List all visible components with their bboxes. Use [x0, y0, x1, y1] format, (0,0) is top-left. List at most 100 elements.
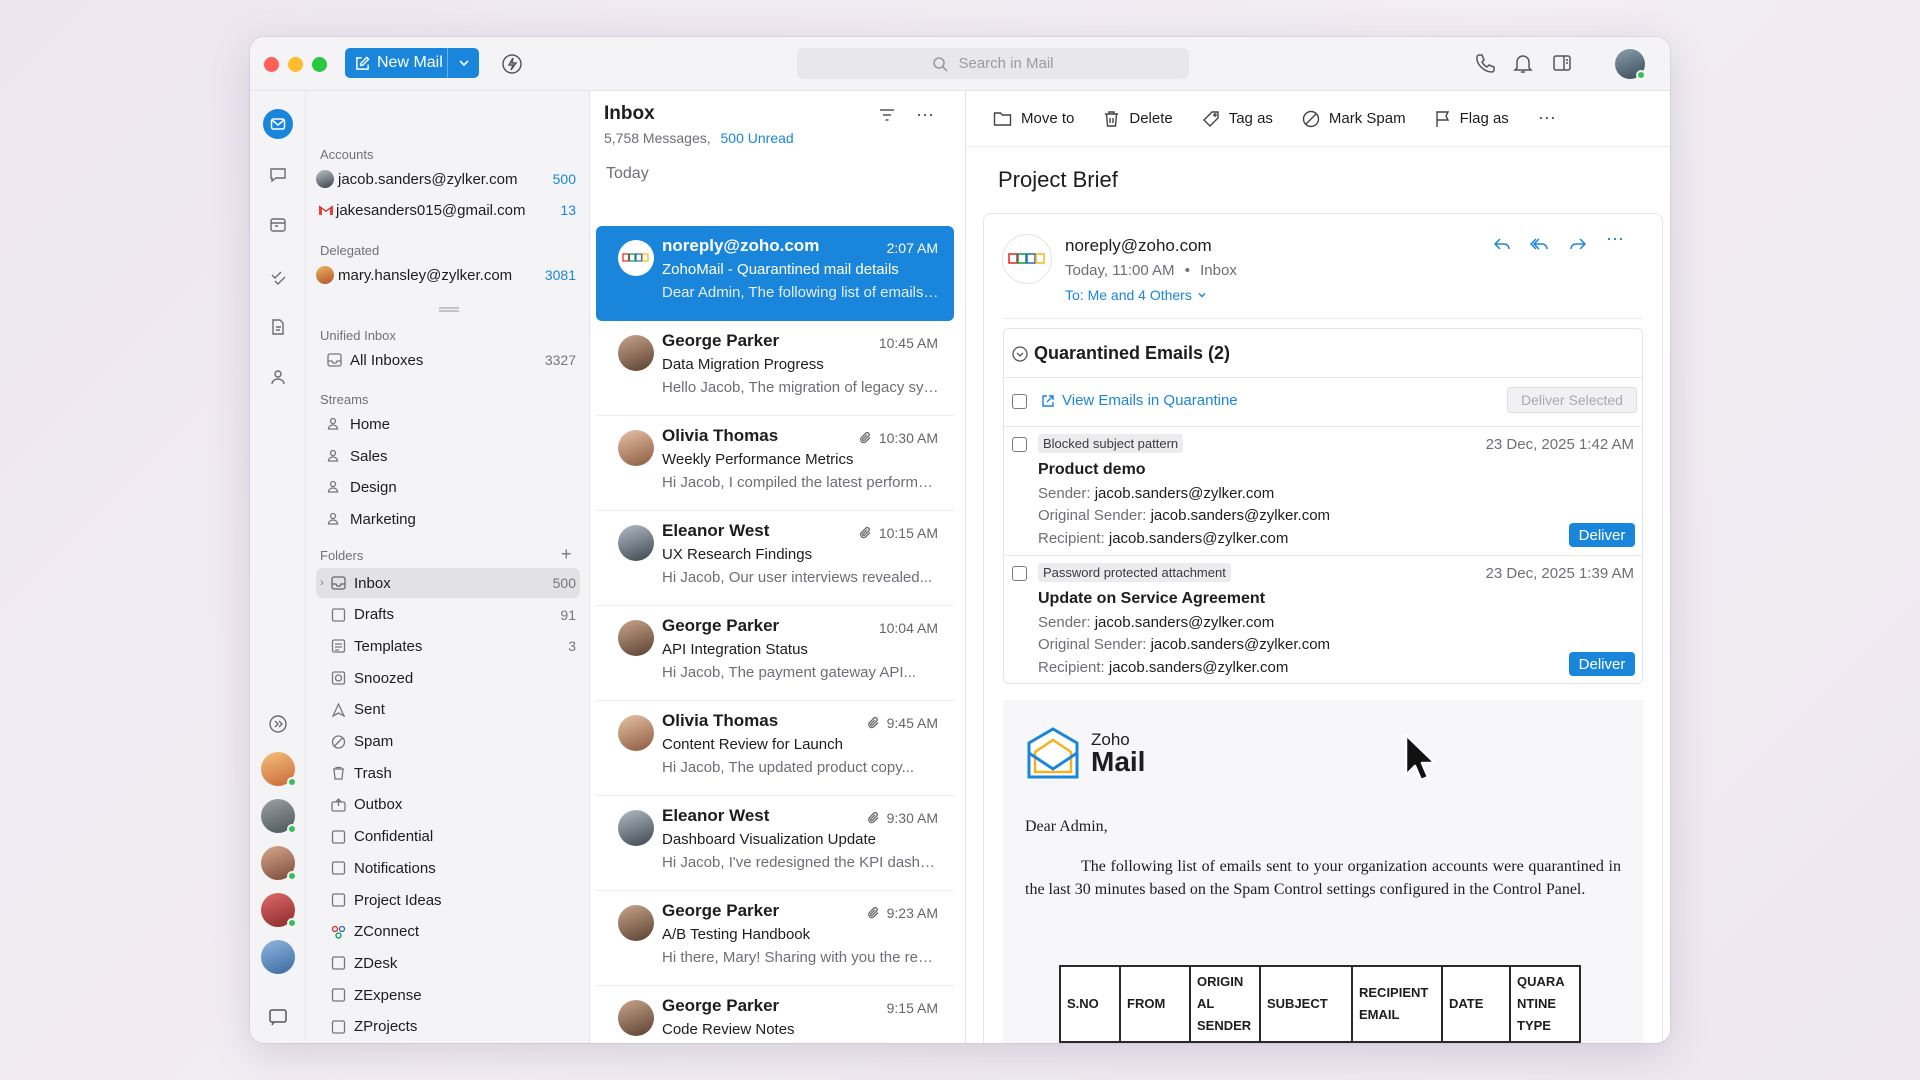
account-gmail[interactable]: jakesanders015@gmail.com 13	[316, 195, 580, 225]
sidebar-item-marketing[interactable]: Marketing	[316, 504, 580, 534]
mail-list-item[interactable]: Olivia Thomas 9:45 AM Content Review for L…	[596, 701, 954, 796]
sidebar-item-templates[interactable]: Templates 3	[316, 631, 580, 661]
view-quarantine-link[interactable]: View Emails in Quarantine	[1041, 392, 1238, 409]
calendar-app-icon[interactable]	[263, 210, 293, 240]
table-header-cell: ORIGIN AL SENDER	[1189, 965, 1261, 1043]
quarantine-header[interactable]: Quarantined Emails (2)	[1012, 343, 1230, 364]
mail-list-item[interactable]: George Parker 10:45 AM Data Migration Prog…	[596, 321, 954, 416]
filter-icon[interactable]	[878, 107, 896, 128]
mail-list-item[interactable]: George Parker 9:23 AM A/B Testing Handbook…	[596, 891, 954, 986]
more-actions-icon[interactable]: ⋯	[1538, 108, 1556, 129]
more-icon[interactable]: ⋯	[1606, 229, 1624, 250]
sidebar-item-snoozed[interactable]: Snoozed	[316, 663, 580, 693]
expand-rail-icon[interactable]	[263, 709, 293, 739]
contact-avatar[interactable]	[261, 846, 297, 881]
table-header-row: S.NO FROM ORIGIN AL SENDER SUBJECT RECIPIENT…	[1059, 965, 1581, 1043]
forward-icon[interactable]	[1568, 234, 1588, 259]
item-checkbox[interactable]	[1012, 566, 1027, 581]
mail-preview: Dear Admin, The following list of emails…	[662, 284, 940, 301]
sidebar-item-label: Templates	[354, 637, 423, 655]
sidebar-item-zexpense[interactable]: ZExpense	[316, 980, 580, 1010]
folder-sidebar: Accounts jacob.sanders@zylker.com 500 ja…	[306, 91, 590, 1043]
delete-button[interactable]: Delete	[1103, 110, 1173, 128]
search-input[interactable]: Search in Mail	[797, 48, 1189, 79]
sidebar-item-sales[interactable]: Sales	[316, 441, 580, 471]
sidebar-item-all-inboxes[interactable]: All Inboxes 3327	[316, 345, 580, 375]
sidebar-item-drafts[interactable]: Drafts 91	[316, 600, 580, 630]
contact-avatar[interactable]	[261, 799, 297, 834]
recipient-label: Recipient:	[1038, 659, 1105, 676]
reply-all-icon[interactable]	[1529, 234, 1550, 259]
quick-actions-icon[interactable]	[501, 53, 523, 80]
item-checkbox[interactable]	[1012, 437, 1027, 452]
sidebar-item-notifications[interactable]: Notifications	[316, 853, 580, 883]
bell-icon[interactable]	[1512, 52, 1534, 79]
sidebar-item-design[interactable]: Design	[316, 472, 580, 502]
contact-avatar[interactable]	[261, 893, 297, 928]
zoom-window-button[interactable]	[312, 57, 327, 72]
deliver-button[interactable]: Deliver	[1569, 523, 1635, 547]
mail-body: Zoho Mail Dear Admin, The following list…	[1003, 700, 1643, 1043]
mail-list-item[interactable]: Eleanor West 9:30 AM Dashboard Visualizati…	[596, 796, 954, 891]
user-avatar[interactable]	[1615, 49, 1646, 80]
contact-avatar[interactable]	[261, 940, 295, 974]
chevron-right-icon[interactable]: ›	[316, 577, 328, 589]
phone-icon[interactable]	[1474, 52, 1496, 79]
minimize-window-button[interactable]	[288, 57, 303, 72]
new-mail-dropdown-button[interactable]	[448, 57, 479, 69]
sidebar-item-label: Project Ideas	[354, 891, 442, 909]
close-window-button[interactable]	[264, 57, 279, 72]
body-paragraph: The following list of emails sent to you…	[1025, 858, 1621, 898]
select-all-checkbox[interactable]	[1012, 394, 1027, 409]
tasks-app-icon[interactable]	[263, 261, 293, 291]
folder-icon	[993, 112, 1012, 126]
mark-spam-button[interactable]: Mark Spam	[1302, 110, 1406, 128]
sidebar-item-project-ideas[interactable]: Project Ideas	[316, 885, 580, 915]
account-jacob[interactable]: jacob.sanders@zylker.com 500	[316, 164, 580, 194]
mail-list-item[interactable]: George Parker9:15 AMCode Review NotesHel…	[596, 986, 954, 1043]
sidebar-item-zprojects[interactable]: ZProjects	[316, 1012, 580, 1042]
chat-app-icon[interactable]	[263, 160, 293, 190]
sidebar-item-label: Sent	[354, 701, 385, 719]
contact-avatar[interactable]	[261, 752, 297, 787]
mail-list-item[interactable]: Olivia Thomas 10:30 AM Weekly Performance …	[596, 416, 954, 511]
deliver-button[interactable]: Deliver	[1569, 652, 1635, 676]
unread-filter-link[interactable]: 500 Unread	[721, 130, 794, 146]
account-email: jakesanders015@gmail.com	[336, 201, 526, 219]
mouse-cursor	[1403, 733, 1437, 790]
new-mail-button[interactable]: New Mail	[345, 48, 479, 78]
sidebar-item-sent[interactable]: Sent	[316, 695, 580, 725]
sidebar-item-home[interactable]: Home	[316, 409, 580, 439]
more-options-icon[interactable]: ⋯	[916, 105, 935, 126]
sidebar-item-trash[interactable]: Trash	[316, 758, 580, 788]
move-to-button[interactable]: Move to	[993, 110, 1074, 127]
sidebar-item-outbox[interactable]: Outbox	[316, 790, 580, 820]
reply-icon[interactable]	[1492, 234, 1512, 259]
add-folder-icon[interactable]: +	[561, 545, 572, 563]
notes-app-icon[interactable]	[263, 312, 293, 342]
resize-handle[interactable]	[439, 307, 459, 312]
deliver-selected-button[interactable]: Deliver Selected	[1507, 387, 1637, 413]
tag-as-button[interactable]: Tag as	[1202, 110, 1273, 128]
mail-list-item[interactable]: George Parker 10:04 AM API Integration Sta…	[596, 606, 954, 701]
accounts-heading: Accounts	[320, 147, 374, 162]
sender-email[interactable]: noreply@zoho.com	[1065, 236, 1212, 256]
contacts-app-icon[interactable]	[263, 362, 293, 392]
delegated-account-mary[interactable]: mary.hansley@zylker.com 3081	[316, 260, 580, 290]
quarantine-reason: Password protected attachment	[1038, 563, 1231, 582]
sidebar-item-zdesk[interactable]: ZDesk	[316, 948, 580, 978]
sidebar-item-inbox[interactable]: › Inbox 500	[316, 568, 580, 598]
sidebar-item-spam[interactable]: Spam	[316, 727, 580, 757]
chat-bubble-icon[interactable]	[263, 1002, 293, 1032]
recipients-toggle[interactable]: To: Me and 4 Others	[1065, 287, 1207, 303]
mail-app-icon[interactable]	[263, 109, 293, 139]
mail-subject: Code Review Notes	[662, 1021, 795, 1038]
mail-list-item[interactable]: Eleanor West 10:15 AM UX Research Findings…	[596, 511, 954, 606]
sidebar-item-confidential[interactable]: Confidential	[316, 822, 580, 852]
sidebar-item-zconnect[interactable]: ZConnect	[316, 917, 580, 947]
reading-pane-icon[interactable]	[1551, 52, 1573, 79]
mail-list-item[interactable]: noreply@zoho.com 2:07 AM ZohoMail - Quaran…	[596, 226, 954, 321]
quarantine-date: 23 Dec, 2025 1:42 AM	[1485, 436, 1634, 453]
attachment-icon	[859, 526, 871, 539]
flag-as-button[interactable]: Flag as	[1435, 110, 1509, 128]
